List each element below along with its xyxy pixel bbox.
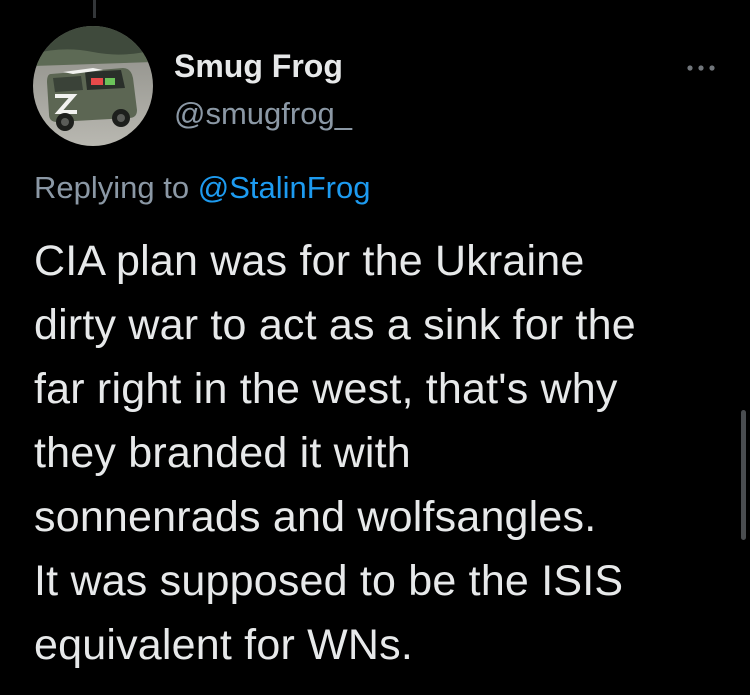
tweet-text-line: they branded it with [34,429,411,477]
replying-to-mention-link[interactable]: @StalinFrog [198,170,371,205]
tweet-text-line: far right in the west, that's why [34,365,618,413]
tweet-text-line: It was supposed to be the ISIS [34,557,624,605]
tweet-text: CIA plan was for the Ukraine dirty war t… [34,229,734,677]
tweet-text-line: CIA plan was for the Ukraine [34,237,585,285]
replying-to-label: Replying to [34,170,190,205]
thread-connector-line [93,0,96,18]
user-avatar[interactable] [33,26,153,146]
author-handle[interactable]: @smugfrog_ [174,96,352,132]
tweet-text-line: dirty war to act as a sink for the [34,301,636,349]
tweet-text-line: equivalent for WNs. [34,621,414,669]
replying-to-line: Replying to @StalinFrog [34,170,370,206]
tweet-text-line: sonnenrads and wolfsangles. [34,493,597,541]
more-options-icon[interactable] [684,58,718,78]
avatar-image [33,26,153,146]
author-display-name[interactable]: Smug Frog [174,48,343,85]
scrollbar[interactable] [741,410,746,540]
